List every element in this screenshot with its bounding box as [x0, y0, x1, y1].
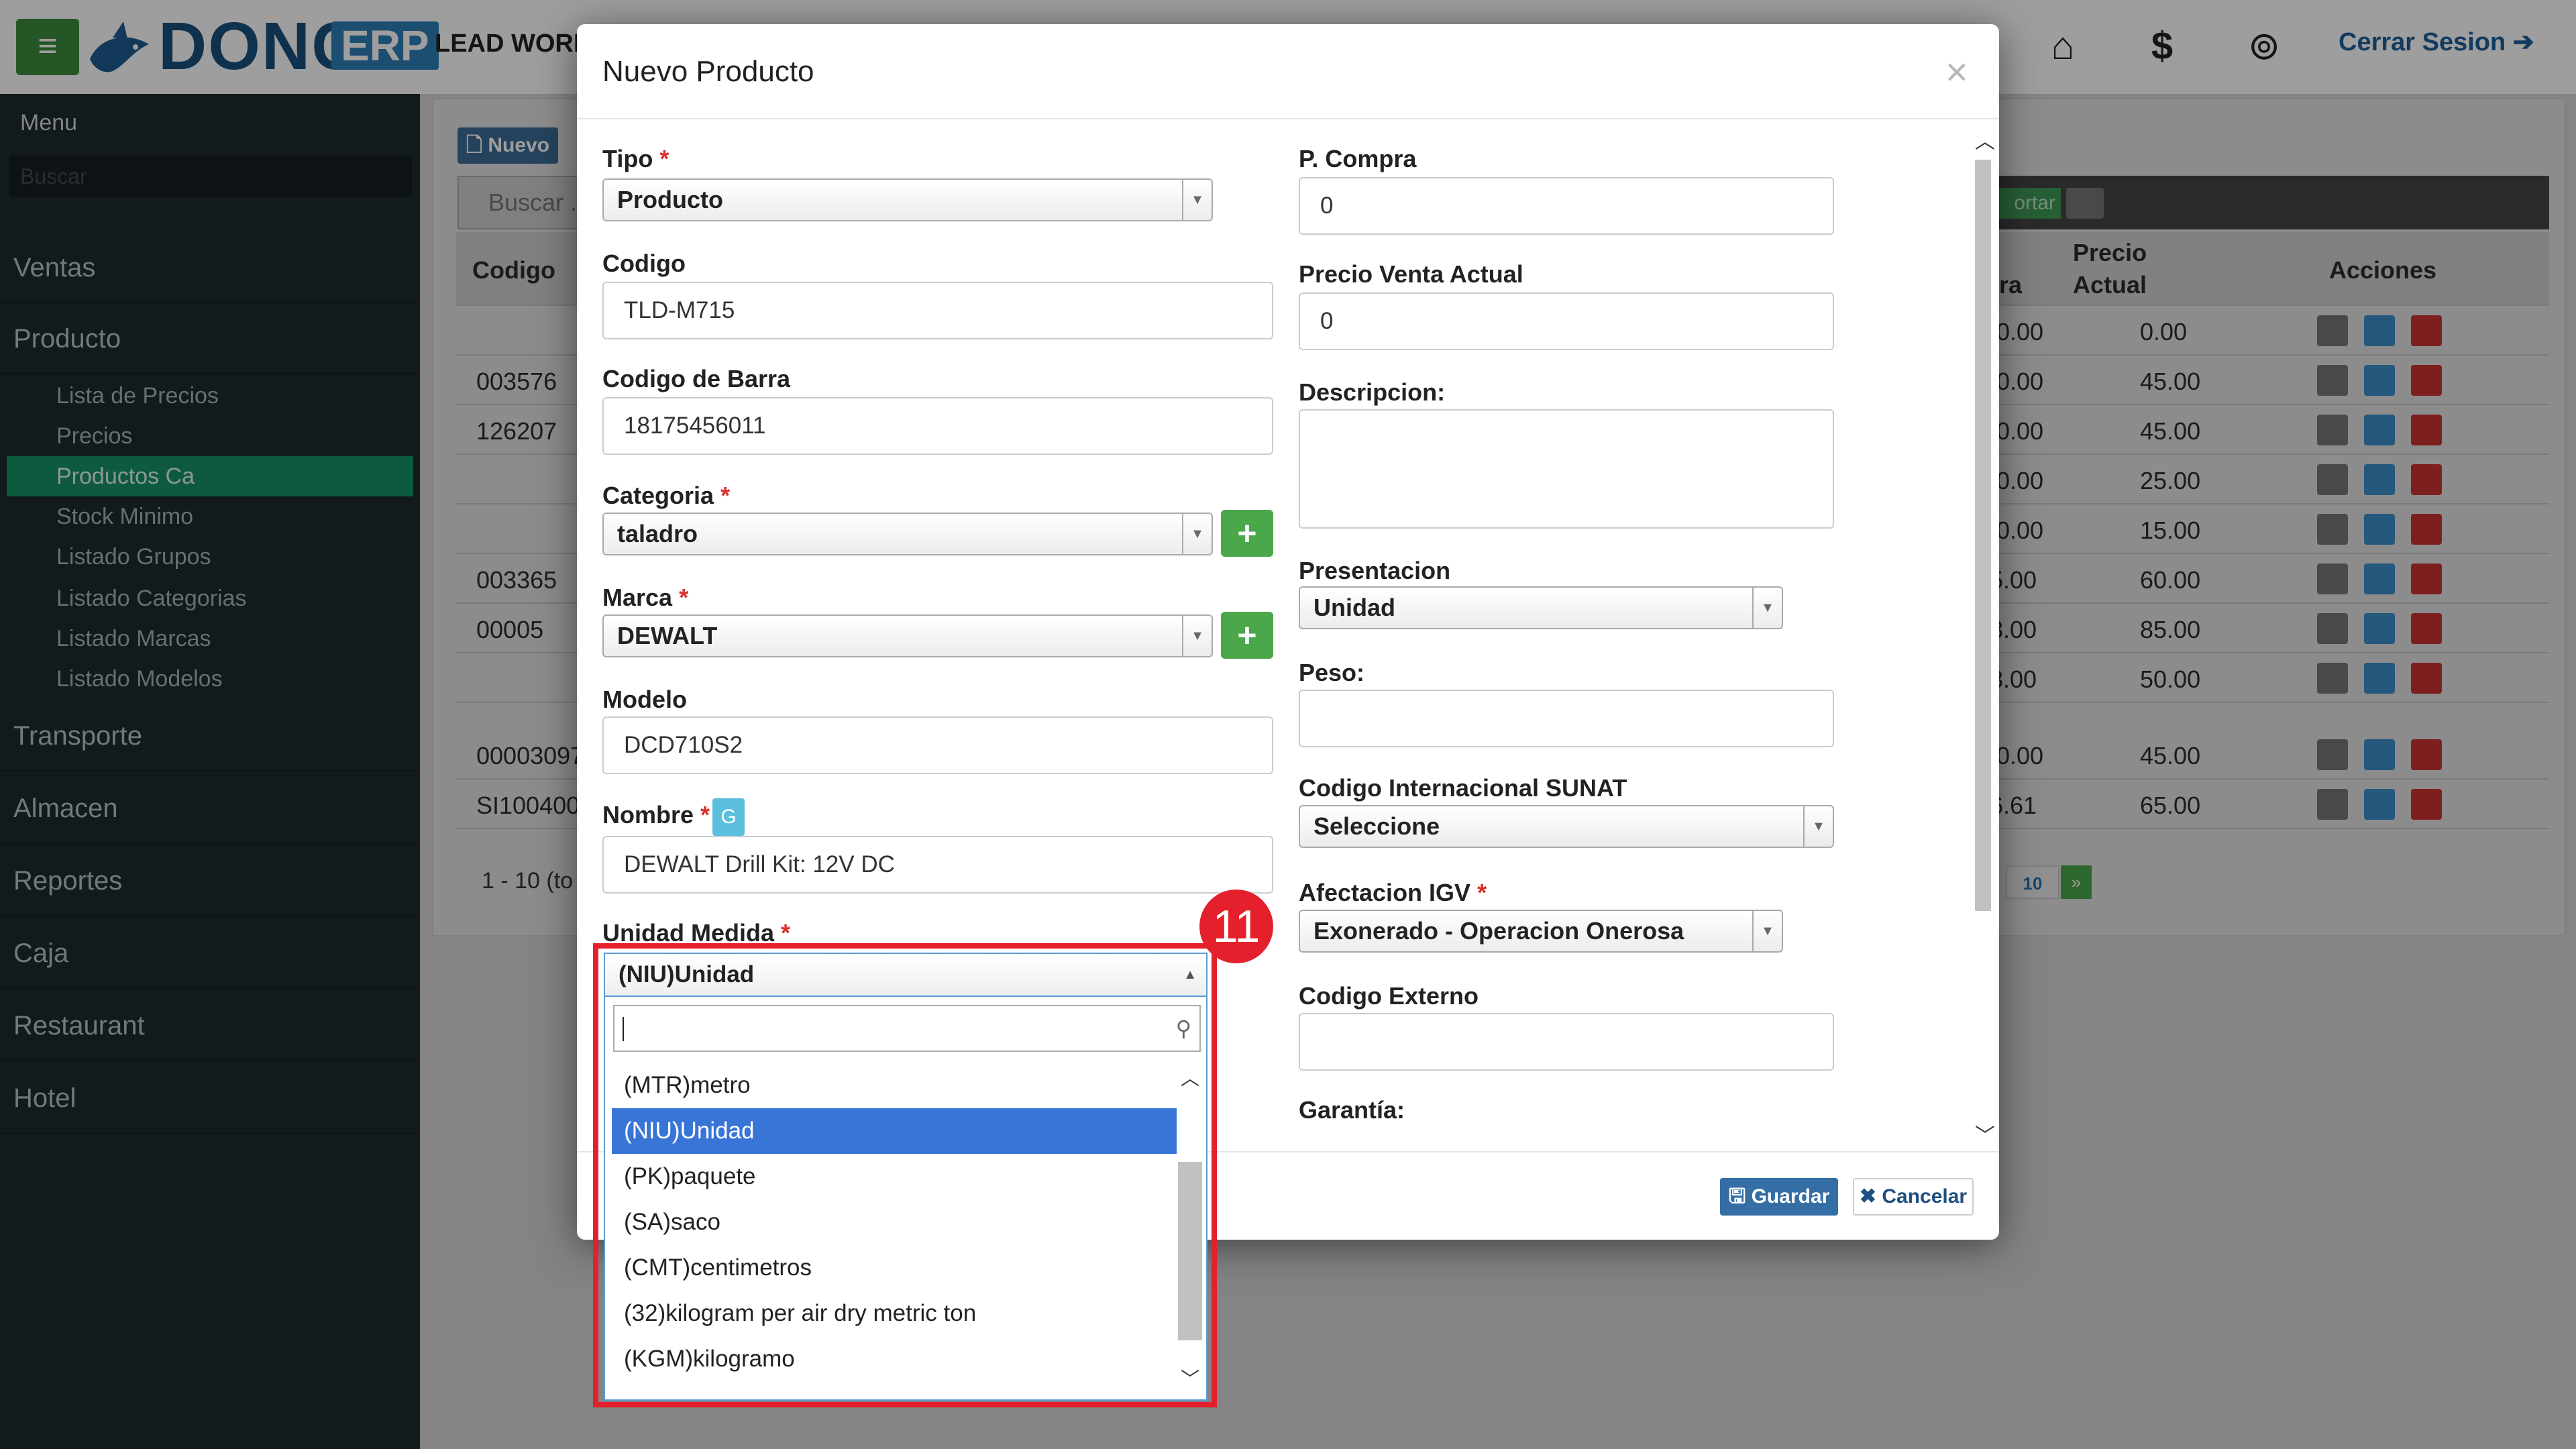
dropdown-option[interactable]: (ZZ)servicio [612, 1382, 1177, 1394]
presentacion-value: Unidad [1313, 594, 1395, 621]
required-mark: * [781, 919, 791, 947]
modelo-input[interactable]: DCD710S2 [602, 716, 1273, 774]
chevron-down-icon: ▼ [1182, 616, 1212, 656]
p-compra-input[interactable]: 0 [1299, 177, 1834, 235]
required-mark: * [679, 584, 689, 611]
unidad-medida-dropdown: ⚲ (MTR)metro (NIU)Unidad (PK)paquete (SA… [604, 997, 1208, 1401]
marca-label-text: Marca [602, 584, 673, 611]
categoria-label: Categoria * [602, 482, 730, 510]
categoria-select[interactable]: taladro ▼ [602, 513, 1213, 555]
chevron-down-icon: ▼ [1752, 588, 1782, 628]
peso-label: Peso: [1299, 659, 1365, 686]
required-mark: * [720, 482, 731, 509]
unidad-medida-label-text: Unidad Medida [602, 919, 775, 947]
add-categoria-button[interactable]: + [1221, 510, 1273, 557]
text-cursor [623, 1017, 624, 1041]
categoria-value: taladro [617, 520, 698, 547]
cancel-button[interactable]: ✖ Cancelar [1853, 1178, 1974, 1216]
nombre-label: Nombre * [602, 801, 710, 829]
dropdown-scroll-thumb[interactable] [1178, 1162, 1202, 1340]
nombre-input[interactable]: DEWALT Drill Kit: 12V DC [602, 836, 1273, 894]
dropdown-scrollbar[interactable]: ︿ ﹀ [1177, 1063, 1203, 1394]
nombre-label-text: Nombre [602, 801, 694, 828]
dropdown-option[interactable]: (PK)paquete [612, 1154, 1177, 1199]
afectacion-igv-label-text: Afectacion IGV [1299, 879, 1471, 906]
save-button[interactable]: 🖫 Guardar [1720, 1178, 1838, 1216]
dropdown-option[interactable]: (KGM)kilogramo [612, 1336, 1177, 1382]
scroll-up-icon[interactable]: ︿ [1975, 125, 1995, 154]
add-marca-button[interactable]: + [1221, 612, 1273, 659]
chevron-down-icon: ▼ [1752, 911, 1782, 951]
dropdown-option-selected[interactable]: (NIU)Unidad [612, 1108, 1177, 1154]
chevron-down-icon: ▼ [1803, 806, 1833, 847]
scroll-down-icon[interactable]: ﹀ [1975, 1119, 1995, 1148]
chevron-down-icon: ▼ [1182, 514, 1212, 554]
peso-input[interactable] [1299, 690, 1834, 747]
generate-name-button[interactable]: G [712, 798, 745, 836]
afectacion-igv-select[interactable]: Exonerado - Operacion Onerosa ▼ [1299, 910, 1783, 953]
modal-scrollbar[interactable]: ︿ ﹀ [1970, 119, 1999, 1151]
dropdown-options-list: (MTR)metro (NIU)Unidad (PK)paquete (SA)s… [605, 1063, 1177, 1394]
dropdown-option[interactable]: (MTR)metro [612, 1063, 1177, 1108]
precio-venta-input[interactable]: 0 [1299, 292, 1834, 350]
marca-select[interactable]: DEWALT ▼ [602, 614, 1213, 657]
codigo-sunat-label: Codigo Internacional SUNAT [1299, 774, 1627, 802]
tipo-label: Tipo * [602, 145, 669, 173]
dropdown-option[interactable]: (CMT)centimetros [612, 1245, 1177, 1291]
codigo-input[interactable]: TLD-M715 [602, 282, 1273, 339]
modal-header-divider [577, 118, 1999, 119]
presentacion-select[interactable]: Unidad ▼ [1299, 586, 1783, 629]
codigo-sunat-select[interactable]: Seleccione ▼ [1299, 805, 1834, 848]
save-icon: 🖫 [1728, 1185, 1746, 1208]
codigo-label: Codigo [602, 250, 686, 277]
codigo-externo-label: Codigo Externo [1299, 982, 1479, 1010]
codigo-sunat-value: Seleccione [1313, 812, 1440, 840]
tipo-value: Producto [617, 186, 723, 213]
tipo-select[interactable]: Producto ▼ [602, 178, 1213, 221]
unidad-medida-value: (NIU)Unidad [619, 961, 755, 987]
codigo-barra-label: Codigo de Barra [602, 365, 791, 392]
close-icon[interactable]: × [1945, 50, 1968, 95]
precio-venta-label: Precio Venta Actual [1299, 260, 1523, 288]
required-mark: * [1477, 879, 1487, 906]
scroll-up-icon[interactable]: ︿ [1181, 1064, 1199, 1091]
required-mark: * [659, 145, 669, 172]
categoria-label-text: Categoria [602, 482, 714, 509]
marca-label: Marca * [602, 584, 688, 612]
modelo-label: Modelo [602, 686, 687, 713]
codigo-externo-input[interactable] [1299, 1013, 1834, 1071]
presentacion-label: Presentacion [1299, 557, 1451, 584]
save-label: Guardar [1751, 1185, 1830, 1208]
step-number-badge: 11 [1199, 890, 1273, 963]
required-mark: * [700, 801, 710, 828]
search-icon: ⚲ [1175, 1016, 1191, 1040]
close-icon: ✖ [1859, 1185, 1877, 1208]
dropdown-option[interactable]: (SA)saco [612, 1199, 1177, 1245]
scroll-down-icon[interactable]: ﹀ [1181, 1364, 1199, 1391]
unidad-medida-select[interactable]: (NIU)Unidad ▲ [604, 953, 1208, 997]
afectacion-igv-value: Exonerado - Operacion Onerosa [1313, 917, 1684, 945]
descripcion-textarea[interactable] [1299, 409, 1834, 529]
p-compra-label: P. Compra [1299, 145, 1417, 172]
dropdown-search-input[interactable]: ⚲ [613, 1005, 1201, 1052]
descripcion-label: Descripcion: [1299, 378, 1446, 406]
codigo-barra-input[interactable]: 18175456011 [602, 397, 1273, 455]
dropdown-option[interactable]: (32)kilogram per air dry metric ton [612, 1291, 1177, 1336]
garantia-label: Garantía: [1299, 1096, 1405, 1124]
chevron-down-icon: ▼ [1182, 180, 1212, 220]
cancel-label: Cancelar [1882, 1185, 1968, 1208]
chevron-up-icon: ▲ [1183, 967, 1197, 982]
modal-title: Nuevo Producto [602, 55, 814, 88]
marca-value: DEWALT [617, 622, 718, 649]
scroll-thumb[interactable] [1975, 160, 1991, 911]
afectacion-igv-label: Afectacion IGV * [1299, 879, 1487, 907]
tipo-label-text: Tipo [602, 145, 653, 172]
